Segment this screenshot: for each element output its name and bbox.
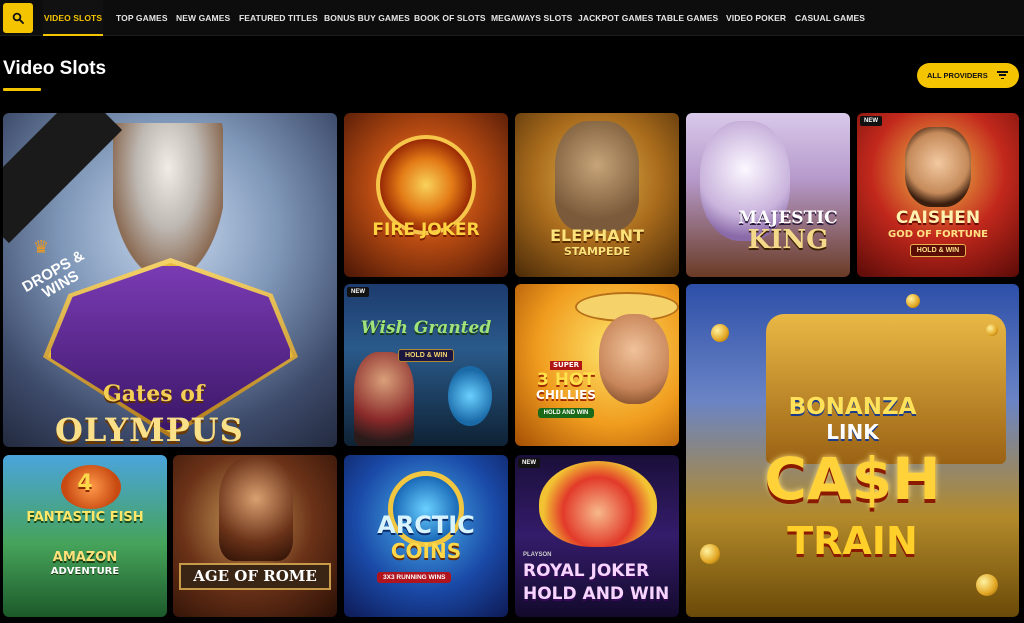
game-tile-bonanza-link-cash-train[interactable]: BONANZA LINK CA$H TRAIN	[686, 284, 1019, 617]
game-subtitle: GOD OF FORTUNE	[887, 228, 989, 240]
new-badge: NEW	[347, 287, 369, 297]
character-artwork	[354, 352, 414, 446]
game-title-line2: LINK	[826, 420, 879, 444]
game-tag: 3X3 RUNNING WINS	[377, 572, 452, 583]
coin-icon	[906, 294, 920, 308]
game-subtitle: STAMPEDE	[563, 244, 631, 258]
game-subtitle: CHILLIES	[536, 388, 596, 402]
title-underline	[3, 88, 41, 91]
game-tile-wish-granted[interactable]: NEW Wish Granted HOLD & WIN	[344, 284, 508, 446]
elephant-artwork	[555, 121, 639, 231]
game-tag: HOLD AND WIN	[537, 408, 595, 418]
game-title-line1: Gates of	[103, 381, 205, 407]
filter-icon	[997, 71, 1008, 80]
chillies-logo: SUPER 3 HOT CHILLIES HOLD AND WIN	[523, 354, 609, 419]
game-title-pre: 4	[77, 471, 93, 496]
category-nav: VIDEO SLOTS TOP GAMES NEW GAMES FEATURED…	[0, 0, 1024, 36]
game-title: MAJESTIC	[738, 207, 838, 228]
character-artwork	[599, 314, 669, 404]
game-subtitle: HOLD AND WIN	[523, 584, 670, 604]
game-title-line4: TRAIN	[787, 519, 918, 563]
crown-icon: ♛	[33, 237, 50, 257]
zeus-artwork	[113, 123, 223, 273]
game-title-line2: OLYMPUS	[55, 411, 244, 447]
tab-bonus-buy-games[interactable]: BONUS BUY GAMES	[324, 0, 410, 36]
game-tag: HOLD & WIN	[398, 349, 455, 362]
new-badge: NEW	[518, 458, 540, 468]
game-tile-royal-joker-hold-and-win[interactable]: NEW PLAYSON ROYAL JOKER HOLD AND WIN	[515, 455, 679, 617]
joker-artwork	[539, 461, 657, 547]
game-tile-caishen-god-of-fortune[interactable]: NEW CAISHEN GOD OF FORTUNE HOLD & WIN	[857, 113, 1019, 277]
game-tile-super-3-hot-chillies[interactable]: SUPER 3 HOT CHILLIES HOLD AND WIN	[515, 284, 679, 446]
search-button[interactable]	[3, 3, 33, 33]
game-title: FANTASTIC FISH	[26, 510, 144, 525]
caishen-artwork	[905, 127, 971, 207]
tab-top-games[interactable]: TOP GAMES	[116, 0, 168, 36]
game-title: CAISHEN	[895, 207, 981, 228]
game-tile-age-of-rome[interactable]: AGE OF ROME	[173, 455, 337, 617]
tab-jackpot-games[interactable]: JACKPOT GAMES	[578, 0, 653, 36]
game-title: ROYAL JOKER	[523, 561, 650, 581]
game-tag: HOLD & WIN	[909, 243, 967, 257]
game-title-line1: BONANZA	[788, 394, 917, 420]
tab-megaways-slots[interactable]: MEGAWAYS SLOTS	[491, 0, 572, 36]
game-tile-fire-joker[interactable]: FIRE JOKER	[344, 113, 508, 277]
tab-book-of-slots[interactable]: BOOK OF SLOTS	[414, 0, 486, 36]
page-title: Video Slots	[3, 58, 107, 79]
gladiator-artwork	[219, 457, 293, 561]
new-badge: NEW	[860, 116, 882, 126]
coin-icon	[986, 324, 998, 336]
game-tag: ADVENTURE	[50, 566, 120, 577]
game-title-pre: SUPER	[549, 361, 583, 370]
tab-video-slots[interactable]: VIDEO SLOTS	[43, 0, 103, 36]
coin-icon	[711, 324, 729, 342]
game-tile-elephant-stampede[interactable]: ELEPHANT STAMPEDE	[515, 113, 679, 277]
game-title-line3: CA$H	[764, 445, 941, 513]
game-title: Wish Granted	[360, 318, 492, 338]
game-title: AGE OF ROME	[179, 563, 331, 590]
game-tile-fantastic-fish-amazon-adventure[interactable]: 4 FANTASTIC FISH AMAZON ADVENTURE	[3, 455, 167, 617]
search-icon	[12, 12, 24, 24]
game-tile-majestic-king[interactable]: MAJESTIC KING	[686, 113, 850, 277]
game-subtitle: AMAZON	[52, 550, 118, 565]
tab-casual-games[interactable]: CASUAL GAMES	[795, 0, 865, 36]
game-title: 3 HOT	[536, 370, 596, 390]
tab-featured-titles[interactable]: FEATURED TITLES	[239, 0, 318, 36]
game-title: FIRE JOKER	[372, 219, 480, 240]
game-subtitle: KING	[747, 224, 829, 255]
all-providers-button[interactable]: ALL PROVIDERS	[917, 63, 1019, 88]
game-subtitle: COINS	[390, 539, 462, 563]
genie-artwork	[448, 366, 492, 426]
tab-video-poker[interactable]: VIDEO POKER	[726, 0, 786, 36]
game-tile-gates-of-olympus-1000[interactable]: ♛ DROPS & WINS Gates of OLYMPUS 1000	[3, 113, 337, 447]
tab-table-games[interactable]: TABLE GAMES	[656, 0, 718, 36]
all-providers-label: ALL PROVIDERS	[927, 71, 988, 80]
coin-icon	[976, 574, 998, 596]
game-tile-arctic-coins[interactable]: ARCTIC COINS 3X3 RUNNING WINS	[344, 455, 508, 617]
tab-new-games[interactable]: NEW GAMES	[176, 0, 230, 36]
promo-ribbon	[3, 113, 123, 244]
game-title: ARCTIC	[377, 511, 475, 539]
game-title: ELEPHANT	[550, 225, 644, 245]
provider-label: PLAYSON	[523, 552, 552, 558]
